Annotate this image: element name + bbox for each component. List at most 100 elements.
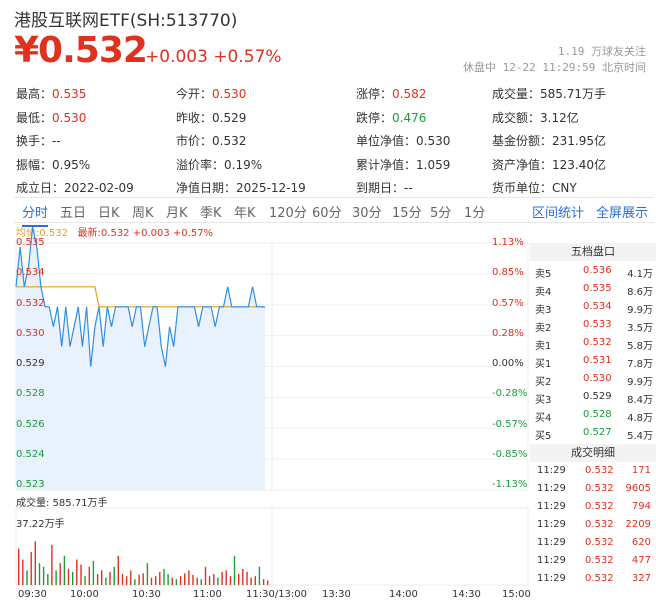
volume-bar [238, 574, 240, 585]
trade-row: 11:29 0.532 171 [537, 462, 653, 480]
volume-bar [159, 571, 161, 585]
orderbook-level: 买1 [535, 359, 552, 370]
volume-bar [34, 541, 36, 585]
volume-bar [188, 570, 190, 585]
y-axis-right-label: 0.00% [492, 358, 524, 369]
orderbook-title: 五档盘口 [530, 243, 656, 261]
volume-bar [30, 552, 32, 585]
volume-bar [92, 560, 95, 585]
volume-bar [204, 566, 207, 586]
x-axis-label: 09:30 [18, 589, 47, 600]
volume-bar [175, 579, 178, 585]
price-area [16, 227, 265, 490]
y-axis-right-label: 0.85% [492, 267, 524, 279]
volume-max-label: 37.22万手 [16, 519, 65, 530]
trade-volume: 2209 [625, 519, 651, 530]
x-axis-label: 11:30/13:00 [246, 589, 308, 600]
volume-bar [225, 570, 227, 585]
volume-label: 成交量: 585.71万手 [16, 498, 108, 509]
volume-bar [63, 555, 66, 585]
orderbook-level: 卖2 [535, 323, 552, 334]
volume-bar [67, 568, 70, 585]
x-axis-label: 14:00 [389, 589, 418, 600]
y-axis-left-label: 0.534 [16, 267, 45, 279]
orderbook-qty: 4.1万 [627, 269, 653, 280]
y-axis-right-label: -1.13% [492, 479, 528, 490]
volume-bar [130, 570, 132, 585]
volume-bar [229, 576, 232, 585]
orderbook-level: 卖5 [535, 269, 552, 280]
x-axis-label: 11:00 [193, 589, 222, 600]
orderbook-level: 买3 [535, 395, 552, 406]
y-axis-left-label: 0.530 [16, 327, 45, 339]
volume-bar [80, 564, 82, 585]
volume-bar [88, 566, 90, 586]
orderbook-qty: 8.6万 [627, 287, 653, 298]
trade-row: 11:29 0.532 477 [537, 552, 653, 570]
x-axis-label: 13:30 [322, 589, 351, 600]
volume-bar [125, 576, 128, 585]
orderbook-qty: 9.9万 [627, 377, 653, 388]
volume-bar [109, 571, 111, 585]
y-axis-left-label: 0.523 [16, 479, 45, 490]
volume-bar [26, 570, 28, 585]
orderbook-level: 卖3 [535, 305, 552, 316]
volume-bar [196, 577, 198, 585]
y-axis-right-label: 0.28% [492, 327, 524, 339]
trade-volume: 9605 [625, 483, 651, 494]
orderbook-price: 0.530 [583, 373, 612, 384]
trade-volume: 171 [631, 465, 651, 476]
orderbook-price: 0.528 [583, 409, 612, 420]
volume-bar [163, 568, 165, 585]
orderbook-qty: 9.9万 [627, 305, 653, 316]
orderbook-row: 卖3 0.534 9.9万 [535, 298, 653, 316]
volume-bar [155, 576, 157, 585]
orderbook-price: 0.533 [583, 319, 612, 330]
trade-row: 11:29 0.532 327 [537, 570, 653, 588]
orderbook-price: 0.532 [583, 337, 612, 348]
orderbook-price: 0.531 [583, 355, 612, 366]
volume-bar [113, 566, 115, 586]
y-axis-right-label: 0.57% [492, 297, 524, 309]
trade-details-title: 成交明细 [530, 444, 656, 462]
orderbook-row: 卖2 0.533 3.5万 [535, 316, 653, 334]
volume-bar [246, 571, 248, 585]
orderbook-level: 卖4 [535, 287, 552, 298]
trade-row: 11:29 0.532 2209 [537, 516, 653, 534]
x-axis-label: 10:00 [70, 589, 99, 600]
trade-price: 0.532 [585, 483, 614, 494]
volume-bar [221, 571, 223, 585]
y-axis-right-label: 1.13% [492, 237, 524, 248]
volume-bar [22, 559, 24, 585]
volume-bar [208, 576, 211, 585]
trade-time: 11:29 [537, 501, 566, 512]
orderbook-qty: 4.8万 [627, 413, 653, 424]
volume-bar [38, 563, 41, 585]
trade-volume: 327 [631, 573, 651, 584]
volume-bar [117, 555, 119, 585]
volume-bar [250, 577, 252, 585]
volume-bar [121, 574, 124, 585]
orderbook-qty: 5.4万 [627, 431, 653, 442]
volume-bar [258, 566, 261, 586]
volume-bar [134, 579, 136, 585]
orderbook-level: 卖1 [535, 341, 552, 352]
y-axis-left-label: 0.529 [16, 358, 45, 369]
trade-row: 11:29 0.532 620 [537, 534, 653, 552]
volume-bar [217, 577, 219, 585]
orderbook-row: 卖1 0.532 5.8万 [535, 334, 653, 352]
orderbook-level: 买2 [535, 377, 552, 388]
orderbook-row: 买5 0.527 5.4万 [535, 424, 653, 442]
y-axis-right-label: -0.85% [492, 448, 528, 460]
orderbook-row: 买4 0.528 4.8万 [535, 406, 653, 424]
volume-bar [76, 559, 78, 585]
volume-bar [262, 579, 265, 585]
trade-time: 11:29 [537, 573, 566, 584]
y-axis-left-label: 0.524 [16, 448, 45, 460]
trade-time: 11:29 [537, 465, 566, 476]
volume-bar [254, 576, 256, 585]
volume-bar [47, 574, 49, 585]
orderbook-row: 买3 0.529 8.4万 [535, 388, 653, 406]
y-axis-right-label: -0.57% [492, 418, 528, 430]
trade-volume: 794 [631, 501, 651, 512]
